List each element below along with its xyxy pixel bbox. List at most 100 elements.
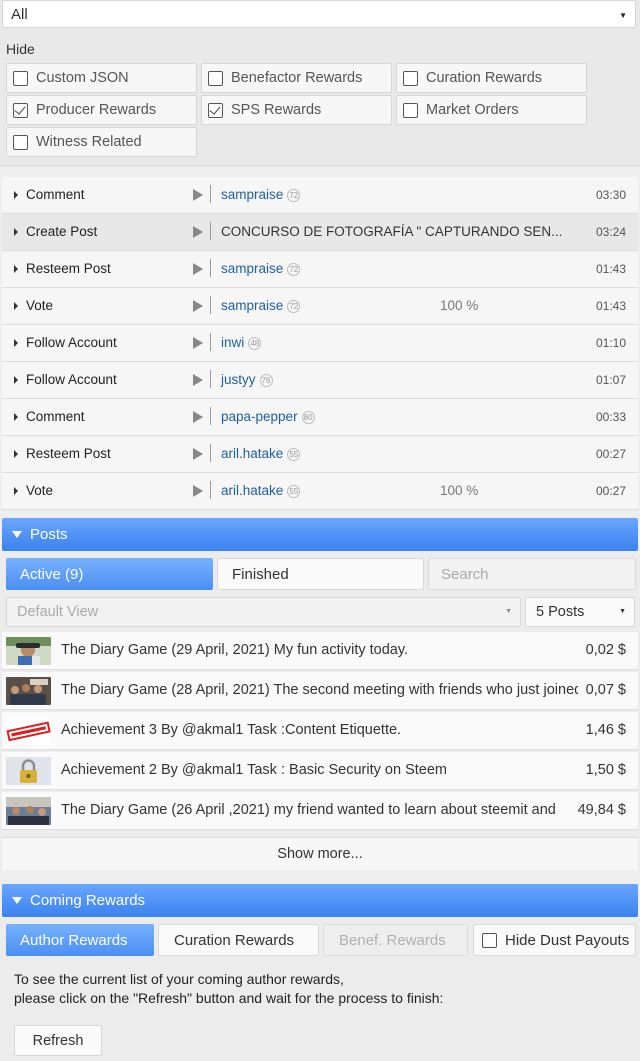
filter-custom-json[interactable]: Custom JSON: [6, 63, 197, 93]
activity-target[interactable]: aril.hatake 55: [221, 483, 301, 498]
filter-market-orders[interactable]: Market Orders: [396, 95, 587, 125]
tab-curation-rewards[interactable]: Curation Rewards: [158, 924, 319, 956]
show-more-button[interactable]: Show more...: [2, 837, 638, 870]
play-icon[interactable]: [193, 226, 203, 238]
activity-time: 01:10: [595, 336, 626, 350]
expand-icon[interactable]: [14, 376, 18, 384]
post-thumbnail[interactable]: [6, 677, 51, 705]
post-thumbnail[interactable]: [6, 797, 51, 825]
post-title[interactable]: The Diary Game (26 April ,2021) my frien…: [61, 802, 578, 818]
expand-icon[interactable]: [14, 413, 18, 421]
reputation-badge: 55: [287, 485, 301, 498]
activity-row[interactable]: Follow Account inwi 48 01:10: [2, 325, 638, 362]
info-line: To see the current list of your coming a…: [14, 971, 344, 987]
checkbox-icon[interactable]: [13, 70, 28, 86]
activity-row[interactable]: Comment sampraise 72 03:30: [2, 177, 638, 214]
filter-producer-rewards[interactable]: Producer Rewards: [6, 95, 197, 125]
hide-dust-toggle[interactable]: Hide Dust Payouts: [473, 924, 636, 956]
activity-row[interactable]: Follow Account justyy 76 01:07: [2, 362, 638, 399]
activity-target[interactable]: aril.hatake 55: [221, 446, 301, 461]
post-title[interactable]: The Diary Game (29 April, 2021) My fun a…: [61, 642, 578, 658]
play-icon[interactable]: [193, 485, 203, 497]
checkbox-icon[interactable]: [482, 932, 497, 948]
activity-type: Vote: [26, 298, 54, 313]
filter-curation-rewards[interactable]: Curation Rewards: [396, 63, 587, 93]
play-icon[interactable]: [193, 411, 203, 423]
post-row[interactable]: Achievement 3 By @akmal1 Task :Content E…: [2, 712, 638, 750]
activity-target[interactable]: CONCURSO DE FOTOGRAFÍA " CAPTURANDO SEN.…: [221, 224, 562, 239]
tab-benef-rewards[interactable]: Benef. Rewards: [323, 924, 468, 956]
post-row[interactable]: Achievement 2 By @akmal1 Task : Basic Se…: [2, 752, 638, 790]
activity-row[interactable]: Resteem Post aril.hatake 55 00:27: [2, 436, 638, 473]
checkbox-icon[interactable]: [208, 70, 223, 86]
divider: [210, 185, 211, 203]
post-thumbnail[interactable]: [6, 757, 51, 785]
post-title[interactable]: Achievement 2 By @akmal1 Task : Basic Se…: [61, 762, 578, 778]
activity-row[interactable]: Vote sampraise 72 100 % 01:43: [2, 288, 638, 325]
filter-sps-rewards[interactable]: SPS Rewards: [201, 95, 392, 125]
search-input[interactable]: Search: [428, 558, 636, 590]
play-icon[interactable]: [193, 337, 203, 349]
checkbox-icon[interactable]: [13, 134, 28, 150]
activity-type: Resteem Post: [26, 446, 111, 461]
post-title[interactable]: The Diary Game (28 April, 2021) The seco…: [61, 682, 578, 698]
activity-target[interactable]: sampraise 72: [221, 261, 301, 276]
activity-type: Comment: [26, 409, 85, 424]
divider: [210, 370, 211, 388]
post-thumbnail[interactable]: [6, 637, 51, 665]
filter-benefactor-rewards[interactable]: Benefactor Rewards: [201, 63, 392, 93]
activity-row[interactable]: Comment papa-pepper 80 00:33: [2, 399, 638, 436]
filter-witness-related[interactable]: Witness Related: [6, 127, 197, 157]
post-row[interactable]: The Diary Game (28 April, 2021) The seco…: [2, 672, 638, 710]
activity-target[interactable]: sampraise 72: [221, 298, 301, 313]
post-title[interactable]: Achievement 3 By @akmal1 Task :Content E…: [61, 722, 578, 738]
checkbox-checked-icon[interactable]: [208, 102, 223, 118]
activity-time: 01:07: [595, 373, 626, 387]
activity-row[interactable]: Create Post CONCURSO DE FOTOGRAFÍA " CAP…: [2, 214, 638, 251]
checkbox-icon[interactable]: [403, 102, 418, 118]
tab-active-posts[interactable]: Active (9): [6, 558, 213, 590]
post-row[interactable]: The Diary Game (26 April ,2021) my frien…: [2, 792, 638, 830]
operation-type-select[interactable]: All ▼: [2, 0, 636, 28]
activity-target[interactable]: inwi 48: [221, 335, 262, 350]
activity-row[interactable]: Vote aril.hatake 55 100 % 00:27: [2, 473, 638, 510]
expand-icon[interactable]: [14, 191, 18, 199]
expand-icon[interactable]: [14, 450, 18, 458]
expand-icon[interactable]: [14, 265, 18, 273]
expand-icon[interactable]: [14, 487, 18, 495]
posts-count-select[interactable]: 5 Posts ▼: [525, 597, 635, 627]
play-icon[interactable]: [193, 374, 203, 386]
checkbox-checked-icon[interactable]: [13, 102, 28, 118]
reputation-badge: 72: [287, 263, 301, 276]
expand-icon[interactable]: [14, 302, 18, 310]
refresh-button[interactable]: Refresh: [14, 1025, 102, 1056]
rewards-info: To see the current list of your coming a…: [14, 970, 624, 1008]
hide-label: Hide: [6, 41, 35, 57]
activity-time: 01:43: [595, 299, 626, 313]
post-payout: 0,07 $: [581, 682, 626, 698]
filter-label: Market Orders: [426, 102, 519, 118]
activity-target[interactable]: papa-pepper 80: [221, 409, 315, 424]
expand-icon[interactable]: [14, 339, 18, 347]
rewards-section-header[interactable]: Coming Rewards: [2, 884, 638, 917]
activity-target[interactable]: sampraise 72: [221, 187, 301, 202]
post-row[interactable]: The Diary Game (29 April, 2021) My fun a…: [2, 632, 638, 670]
posts-section-header[interactable]: Posts: [2, 518, 638, 551]
checkbox-icon[interactable]: [403, 70, 418, 86]
tab-author-rewards[interactable]: Author Rewards: [6, 924, 154, 956]
play-icon[interactable]: [193, 300, 203, 312]
filter-label: Curation Rewards: [426, 70, 543, 86]
expand-icon[interactable]: [14, 228, 18, 236]
play-icon[interactable]: [193, 263, 203, 275]
activity-row[interactable]: Resteem Post sampraise 72 01:43: [2, 251, 638, 288]
reputation-badge: 76: [259, 374, 273, 387]
view-select[interactable]: Default View ▼: [6, 597, 521, 627]
post-thumbnail[interactable]: [6, 717, 51, 745]
divider: [210, 481, 211, 499]
activity-time: 00:27: [595, 484, 626, 498]
activity-target[interactable]: justyy 76: [221, 372, 273, 387]
tab-finished-posts[interactable]: Finished: [217, 558, 424, 590]
vote-percent: 100 %: [440, 298, 479, 313]
play-icon[interactable]: [193, 189, 203, 201]
play-icon[interactable]: [193, 448, 203, 460]
